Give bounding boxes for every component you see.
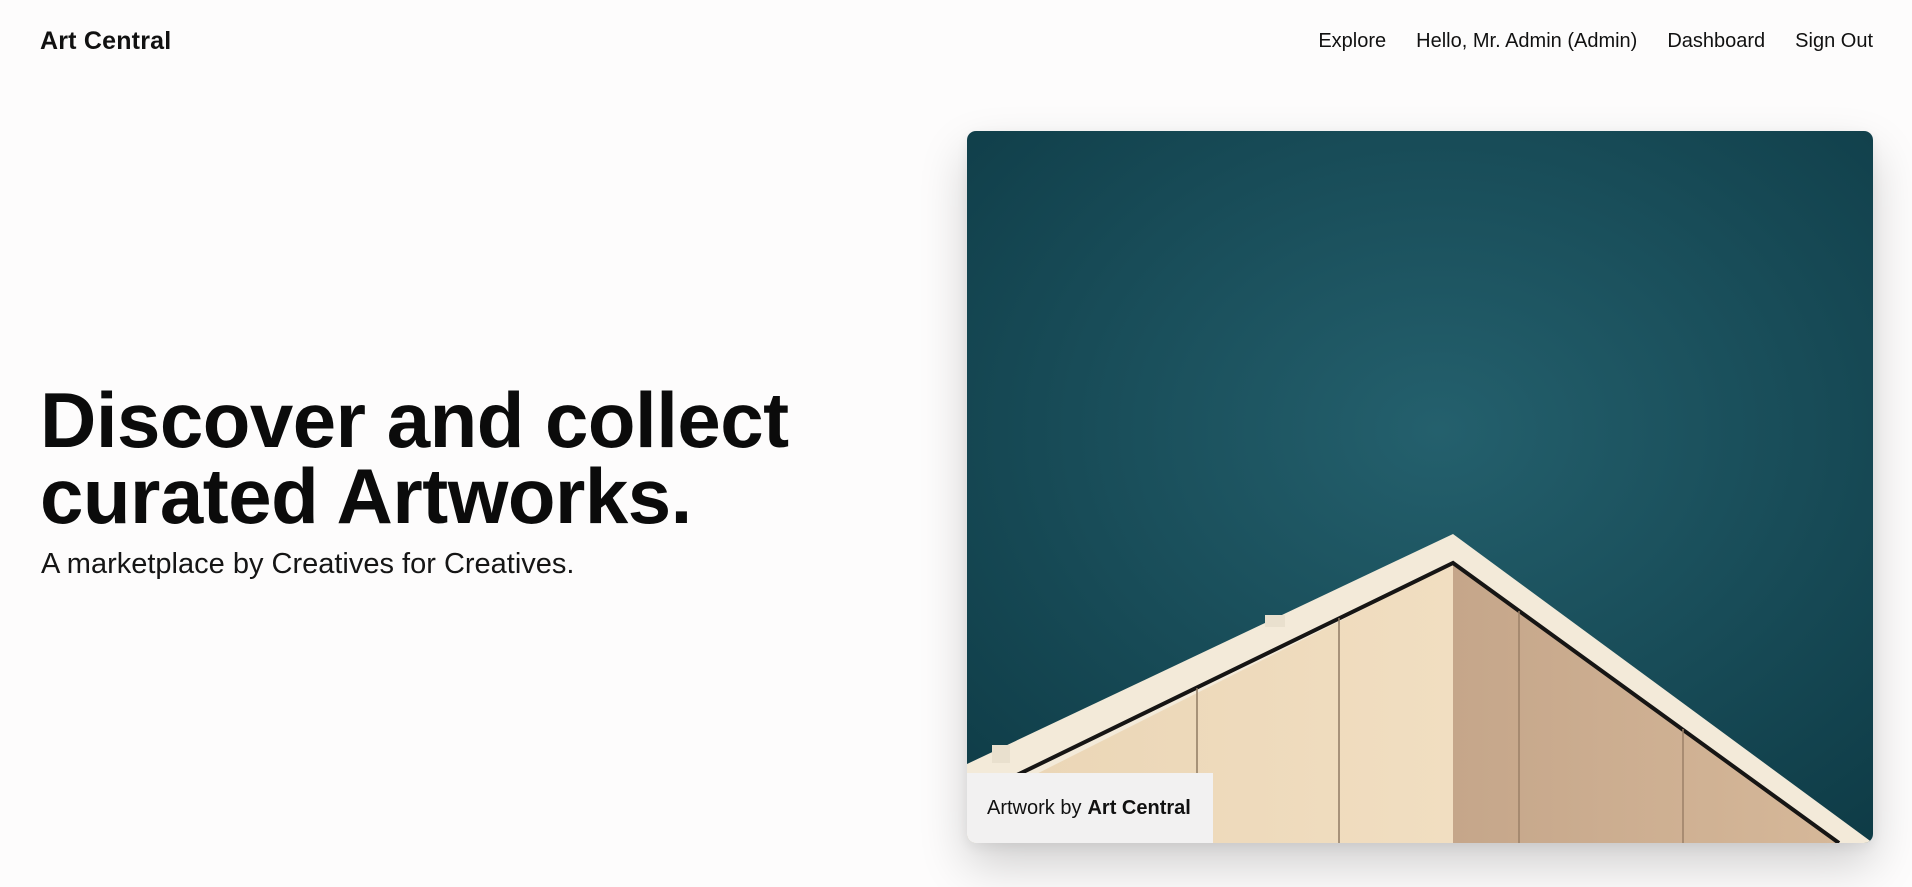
roof-bracket-1 xyxy=(1265,615,1285,627)
roof-bracket-2 xyxy=(992,745,1010,763)
nav-sign-out-link[interactable]: Sign Out xyxy=(1795,30,1873,53)
hero-section: Discover and collect curated Artworks. A… xyxy=(40,381,900,581)
brand-logo-link[interactable]: Art Central xyxy=(40,27,171,56)
hero-title-line-1: Discover and collect xyxy=(40,376,789,464)
artwork-caption: Artwork by Art Central xyxy=(967,773,1213,843)
site-header: Art Central Explore Hello, Mr. Admin (Ad… xyxy=(0,0,1912,86)
main-navigation: Explore Hello, Mr. Admin (Admin) Dashboa… xyxy=(1318,30,1873,53)
hero-title-line-2: curated Artworks. xyxy=(40,452,692,540)
featured-artwork-image xyxy=(967,131,1873,843)
nav-dashboard-link[interactable]: Dashboard xyxy=(1667,30,1765,53)
caption-prefix: Artwork by xyxy=(987,796,1082,819)
caption-artist-name: Art Central xyxy=(1087,796,1191,819)
hero-title: Discover and collect curated Artworks. xyxy=(40,381,900,535)
nav-user-greeting-link[interactable]: Hello, Mr. Admin (Admin) xyxy=(1416,30,1637,53)
hero-subtitle: A marketplace by Creatives for Creatives… xyxy=(41,548,575,580)
nav-explore-link[interactable]: Explore xyxy=(1318,30,1386,53)
featured-artwork-card[interactable]: Artwork by Art Central xyxy=(967,131,1873,843)
